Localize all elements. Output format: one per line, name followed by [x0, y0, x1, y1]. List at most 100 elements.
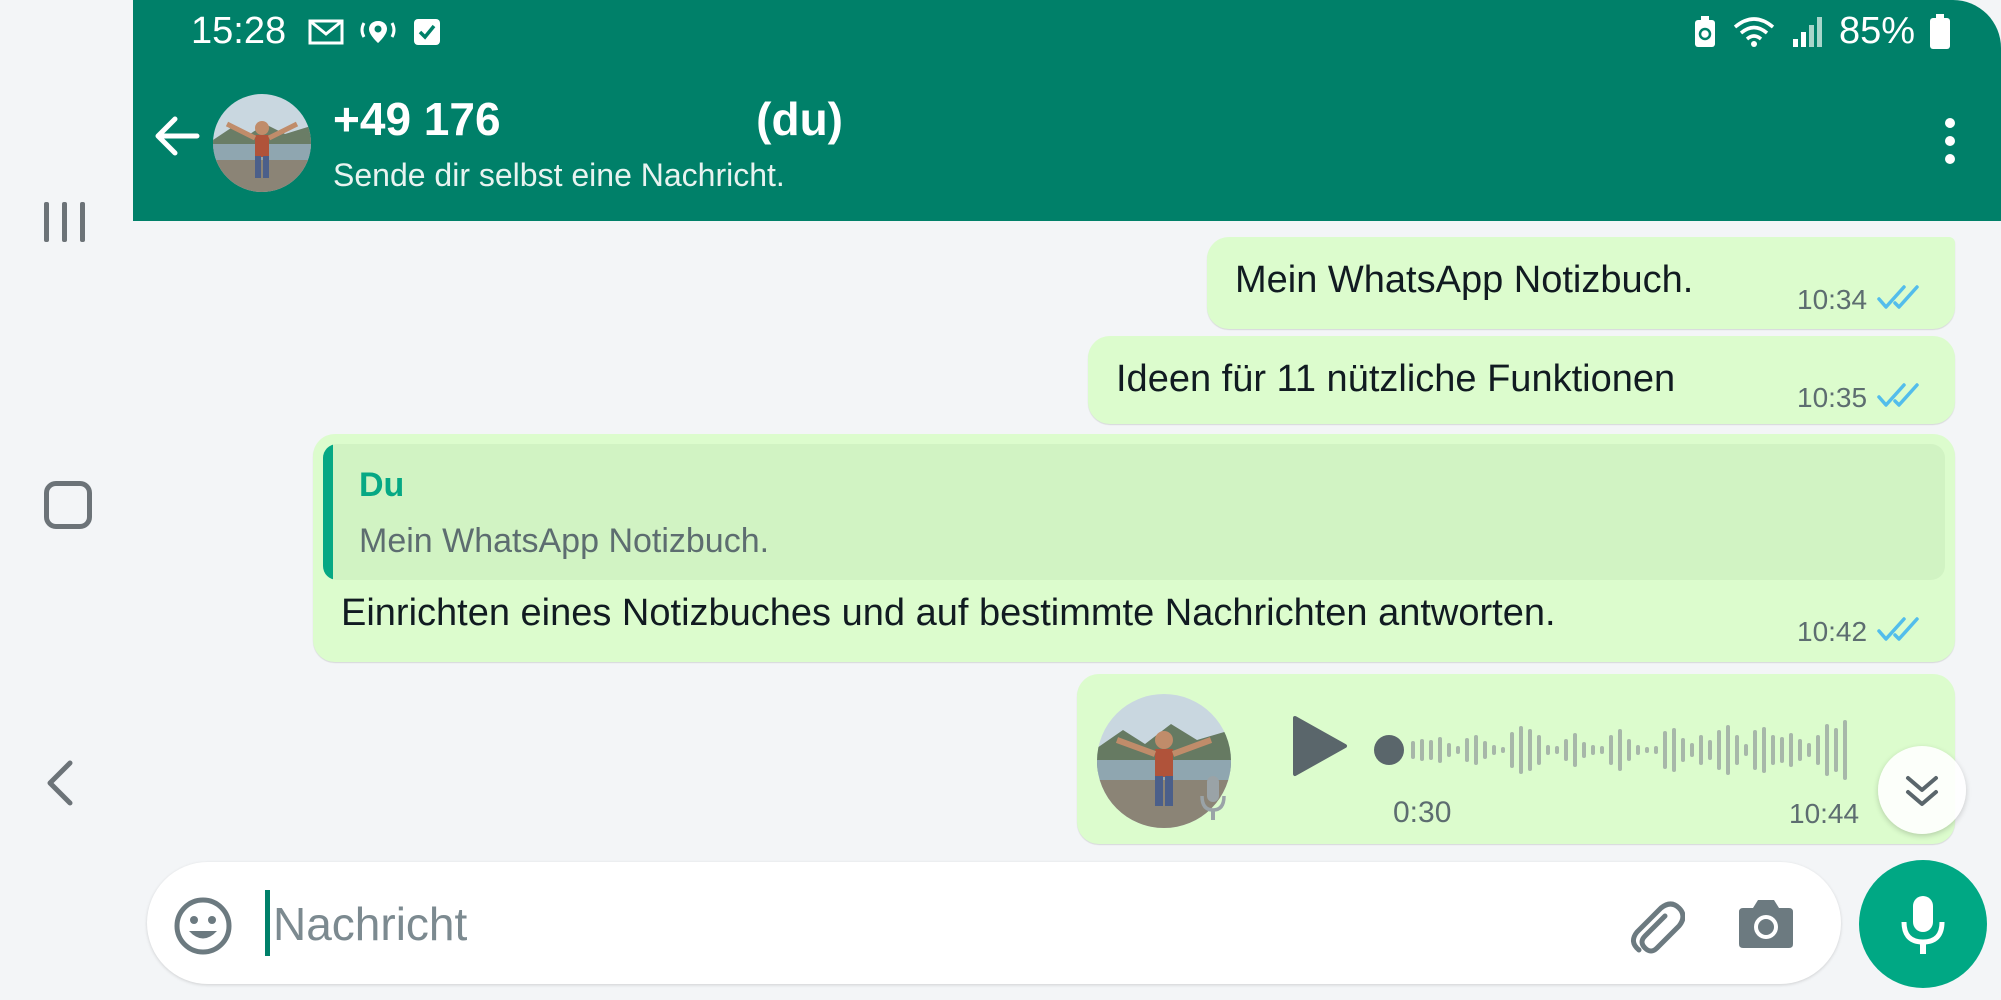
camera-icon[interactable] — [1735, 896, 1797, 952]
waveform-bar — [1726, 725, 1730, 775]
waveform-bar — [1627, 739, 1631, 761]
android-nav-bar — [0, 0, 133, 1000]
waveform-bar — [1798, 739, 1802, 761]
waveform-bar — [1501, 747, 1505, 753]
read-ticks-icon — [1877, 383, 1919, 407]
waveform-bar — [1519, 726, 1523, 774]
battery-icon — [1930, 13, 1950, 49]
contact-avatar[interactable] — [213, 94, 311, 192]
status-right: 85% — [1693, 10, 1951, 53]
read-ticks-icon — [1877, 285, 1919, 309]
waveform-bar — [1834, 728, 1838, 772]
play-icon[interactable] — [1289, 714, 1349, 778]
voice-duration: 0:30 — [1393, 796, 1452, 829]
waveform-bar — [1744, 744, 1748, 756]
waveform-bar — [1645, 747, 1649, 753]
waveform-bar — [1447, 743, 1451, 757]
waveform-bar — [1609, 735, 1613, 765]
voice-message-bubble[interactable]: 0:30 10:44 — [1077, 674, 1955, 844]
mic-icon — [1200, 776, 1226, 820]
waveform-bar — [1546, 745, 1550, 755]
waveform-bar — [1564, 739, 1568, 761]
waveform-bar — [1780, 737, 1784, 763]
quote-text: Mein WhatsApp Notizbuch. — [359, 522, 770, 560]
menu-dots-icon[interactable] — [1945, 118, 1957, 172]
checkbox-icon — [414, 19, 440, 45]
battery-percent: 85% — [1838, 10, 1915, 52]
waveform-bar — [1789, 733, 1793, 767]
waveform-bar — [1636, 745, 1640, 755]
waveform-bar — [1429, 740, 1433, 760]
home-icon[interactable] — [44, 481, 92, 529]
waveform-bar — [1456, 746, 1460, 754]
battery-saver-icon — [1694, 15, 1715, 47]
message-input[interactable] — [271, 882, 1275, 966]
mail-icon — [308, 19, 344, 45]
mic-icon — [1901, 896, 1945, 954]
waveform-bar — [1420, 739, 1424, 761]
attach-icon[interactable] — [1625, 896, 1685, 956]
waveform-bar — [1591, 745, 1595, 755]
message-text: Mein WhatsApp Notizbuch. — [1235, 259, 1694, 301]
chat-screen: 15:28 85% +49 176 (du) Sende dir selbst … — [133, 0, 2001, 1000]
waveform-progress-dot — [1374, 735, 1404, 765]
back-arrow-icon[interactable] — [153, 114, 201, 163]
contact-name[interactable]: +49 176 (du) — [333, 92, 843, 146]
message-bubble[interactable]: Ideen für 11 nützliche Funktionen 10:35 — [1088, 336, 1955, 424]
scroll-down-icon[interactable] — [1878, 746, 1966, 834]
quoted-message[interactable]: Du Mein WhatsApp Notizbuch. — [323, 444, 1945, 580]
reply-message-bubble[interactable]: Du Mein WhatsApp Notizbuch. Einrichten e… — [313, 434, 1955, 662]
waveform-bar — [1582, 742, 1586, 758]
nav-back-icon[interactable] — [44, 760, 74, 811]
waveform-bar — [1663, 731, 1667, 769]
waveform-bar — [1465, 738, 1469, 762]
waveform-bar — [1762, 727, 1766, 773]
emoji-icon[interactable] — [173, 896, 233, 956]
message-time: 10:44 — [1789, 798, 1860, 829]
waveform-bar — [1816, 735, 1820, 765]
message-time: 10:42 — [1797, 616, 1868, 647]
waveform-bar — [1483, 741, 1487, 759]
waveform-bar — [1672, 728, 1676, 772]
message-text: Einrichten eines Notizbuches und auf bes… — [341, 592, 1556, 634]
status-time: 15:28 — [191, 10, 287, 52]
signal-icon — [1792, 16, 1822, 47]
waveform-bar — [1681, 738, 1685, 762]
chat-header: 15:28 85% +49 176 (du) Sende dir selbst … — [133, 0, 2001, 221]
waveform-bar — [1510, 732, 1514, 768]
message-composer — [147, 862, 1841, 984]
message-time: 10:35 — [1797, 382, 1868, 413]
waveform-bar — [1699, 735, 1703, 765]
waveform-bar — [1537, 735, 1541, 765]
waveform-bar — [1528, 729, 1532, 771]
waveform-bar — [1438, 737, 1442, 763]
waveform-bar — [1825, 724, 1829, 776]
waveform-bar — [1771, 735, 1775, 765]
voice-waveform[interactable] — [1373, 714, 1913, 786]
waveform-bar — [1555, 746, 1559, 754]
wifi-icon — [1733, 16, 1775, 47]
waveform-bar — [1708, 740, 1712, 760]
waveform-bar — [1753, 730, 1757, 770]
waveform-bar — [1690, 743, 1694, 757]
waveform-bar — [1843, 720, 1847, 780]
text-caret — [265, 890, 270, 956]
voice-record-button[interactable] — [1859, 860, 1987, 988]
read-ticks-icon — [1877, 617, 1919, 641]
waveform-bar — [1807, 743, 1811, 757]
waveform-bar — [1618, 729, 1622, 771]
waveform-bar — [1600, 746, 1604, 754]
waveform-bar — [1492, 745, 1496, 755]
waveform-bar — [1717, 730, 1721, 770]
recent-apps-icon[interactable] — [44, 202, 85, 242]
message-time: 10:34 — [1797, 284, 1868, 315]
quote-author: Du — [359, 466, 405, 504]
message-text: Ideen für 11 nützliche Funktionen — [1116, 358, 1676, 400]
quote-bar — [323, 444, 333, 580]
location-icon — [360, 21, 396, 43]
waveform-bar — [1411, 741, 1415, 759]
contact-subtitle: Sende dir selbst eine Nachricht. — [333, 157, 785, 193]
waveform-bar — [1654, 746, 1658, 754]
notification-icons — [308, 17, 442, 47]
message-bubble[interactable]: Mein WhatsApp Notizbuch. 10:34 — [1207, 237, 1955, 329]
